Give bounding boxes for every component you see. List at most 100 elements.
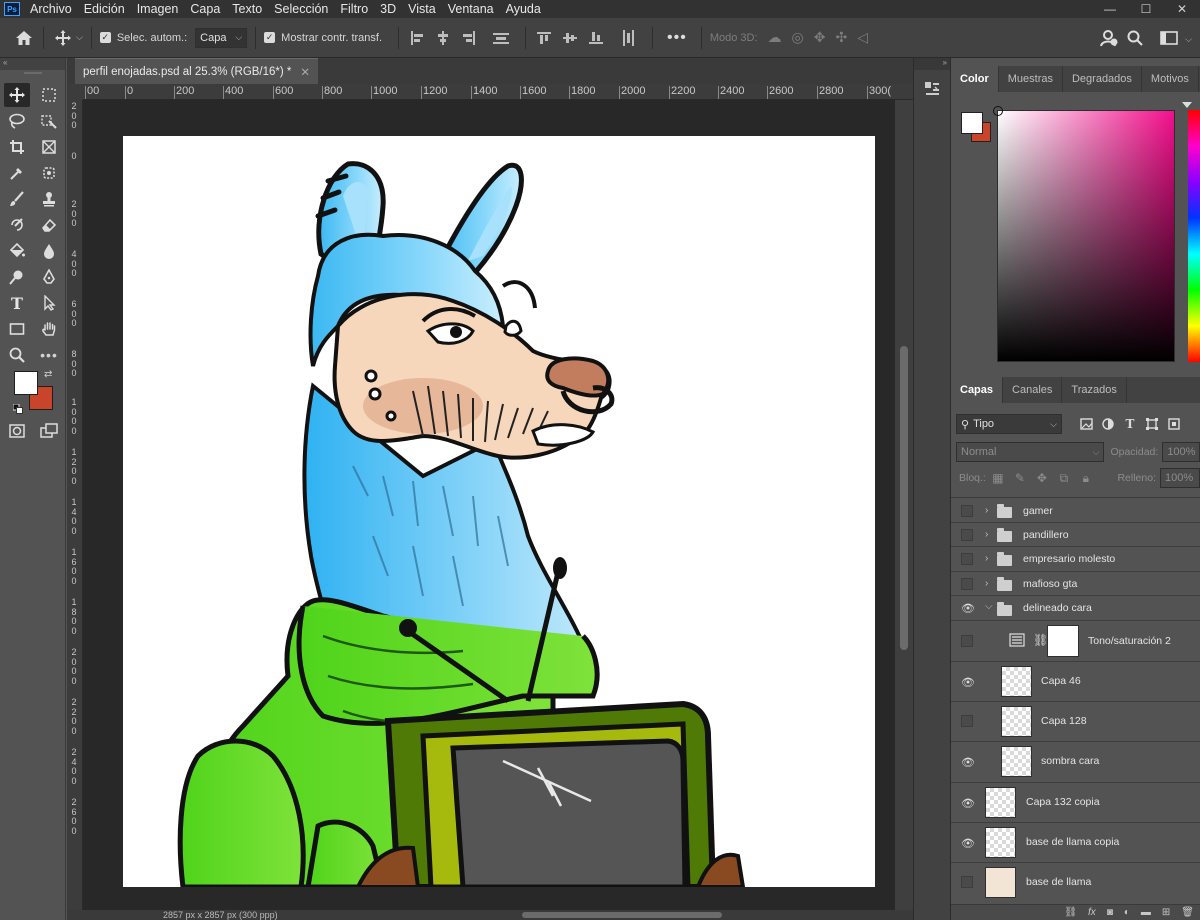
new-adjustment-icon[interactable]: ◐ bbox=[1124, 907, 1130, 918]
hue-slider[interactable] bbox=[1188, 110, 1200, 362]
align-left-icon[interactable] bbox=[407, 28, 427, 48]
filter-smart-object-icon[interactable] bbox=[1166, 416, 1182, 432]
filter-pixel-icon[interactable] bbox=[1078, 416, 1094, 432]
layer-row-pandillero[interactable]: › pandillero bbox=[951, 523, 1200, 547]
horizontal-scrollbar-thumb[interactable] bbox=[522, 912, 722, 918]
menu-edicion[interactable]: Edición bbox=[84, 2, 125, 16]
frame-tool-icon[interactable] bbox=[36, 135, 62, 159]
filter-shape-icon[interactable] bbox=[1144, 416, 1160, 432]
color-panel-foreground-swatch[interactable] bbox=[961, 112, 983, 134]
layer-row-sombra-cara[interactable]: 👁︎ sombra cara bbox=[951, 742, 1200, 783]
menu-ayuda[interactable]: Ayuda bbox=[506, 2, 541, 16]
path-selection-tool-icon[interactable] bbox=[36, 291, 62, 315]
zoom-tool-icon[interactable] bbox=[4, 343, 30, 367]
minimize-icon[interactable]: — bbox=[1092, 0, 1128, 18]
tab-capas[interactable]: Capas bbox=[951, 377, 1004, 403]
dock-collapse-icon[interactable]: » bbox=[914, 58, 950, 70]
delete-layer-icon[interactable]: 🗑︎ bbox=[1181, 907, 1194, 918]
lock-transparency-icon[interactable]: ▦ bbox=[990, 470, 1006, 486]
layer-visibility-toggle[interactable] bbox=[961, 553, 973, 565]
eraser-tool-icon[interactable] bbox=[36, 213, 62, 237]
fill-field[interactable]: 100% bbox=[1160, 468, 1200, 488]
layer-row-gamer[interactable]: › gamer bbox=[951, 499, 1200, 523]
canvas-workspace[interactable] bbox=[83, 100, 895, 910]
ruler-corner[interactable] bbox=[67, 84, 83, 100]
layer-style-icon[interactable]: fx bbox=[1088, 907, 1096, 918]
tab-motivos[interactable]: Motivos bbox=[1142, 66, 1199, 92]
distribute-v-icon[interactable] bbox=[618, 28, 638, 48]
menu-ventana[interactable]: Ventana bbox=[448, 2, 494, 16]
align-middle-v-icon[interactable] bbox=[560, 28, 580, 48]
scale-3d-icon[interactable]: ◁ bbox=[857, 29, 868, 46]
slide-3d-icon[interactable]: ✣ bbox=[836, 29, 848, 46]
filter-type-icon[interactable]: T bbox=[1122, 416, 1138, 432]
paint-bucket-tool-icon[interactable] bbox=[4, 239, 30, 263]
layer-row-mafioso-gta[interactable]: › mafioso gta bbox=[951, 572, 1200, 596]
menu-texto[interactable]: Texto bbox=[232, 2, 262, 16]
layer-visibility-toggle[interactable] bbox=[961, 529, 973, 541]
eye-icon[interactable]: 👁︎ bbox=[961, 836, 975, 850]
document-canvas[interactable] bbox=[123, 136, 875, 887]
menu-seleccion[interactable]: Selección bbox=[274, 2, 328, 16]
pen-tool-icon[interactable] bbox=[36, 265, 62, 289]
roll-3d-icon[interactable]: ◎ bbox=[792, 29, 804, 46]
eye-icon[interactable]: 👁︎ bbox=[961, 675, 975, 689]
brush-tool-icon[interactable] bbox=[4, 187, 30, 211]
layer-mask-thumbnail[interactable] bbox=[1047, 625, 1079, 657]
tab-canales[interactable]: Canales bbox=[1003, 377, 1063, 403]
color-picker-field[interactable] bbox=[993, 106, 1175, 362]
layer-row-base-de-llama-copia[interactable]: 👁︎ base de llama copia bbox=[951, 823, 1200, 863]
maximize-icon[interactable]: ☐ bbox=[1128, 0, 1164, 18]
layer-row-empresario-molesto[interactable]: › empresario molesto bbox=[951, 547, 1200, 572]
vertical-scrollbar[interactable] bbox=[895, 100, 913, 910]
mask-link-icon[interactable]: ⛓︎ bbox=[1033, 633, 1048, 647]
chevron-right-icon[interactable]: › bbox=[985, 553, 988, 564]
menu-filtro[interactable]: Filtro bbox=[340, 2, 368, 16]
workspace-icon[interactable] bbox=[1158, 27, 1180, 49]
share-user-icon[interactable] bbox=[1098, 27, 1120, 49]
type-tool-icon[interactable]: T bbox=[4, 291, 30, 315]
lock-pixels-icon[interactable]: ✎ bbox=[1012, 470, 1028, 486]
workspace-chevron-icon[interactable]: ⌵ bbox=[1185, 34, 1192, 45]
eye-icon[interactable]: 👁︎ bbox=[961, 755, 975, 769]
photoshop-logo-icon[interactable]: Ps bbox=[4, 2, 20, 16]
spot-healing-tool-icon[interactable] bbox=[36, 161, 62, 185]
eye-icon[interactable]: 👁︎ bbox=[961, 601, 975, 615]
auto-select-target-dropdown[interactable]: Capa ⌵ bbox=[195, 27, 248, 48]
edit-toolbar-icon[interactable]: ••• bbox=[36, 343, 62, 367]
layer-visibility-toggle[interactable] bbox=[961, 715, 973, 727]
layer-row-tono-saturacion-2[interactable]: ⛓︎ Tono/saturación 2 bbox=[951, 621, 1200, 662]
hand-tool-icon[interactable] bbox=[36, 317, 62, 341]
menu-imagen[interactable]: Imagen bbox=[137, 2, 179, 16]
crop-tool-icon[interactable] bbox=[4, 135, 30, 159]
dodge-tool-icon[interactable] bbox=[4, 265, 30, 289]
clone-stamp-tool-icon[interactable] bbox=[36, 187, 62, 211]
swap-colors-icon[interactable]: ⇄ bbox=[44, 369, 52, 380]
align-right-icon[interactable] bbox=[459, 28, 479, 48]
layer-row-delineado-cara[interactable]: 👁︎ ⌵ delineado cara bbox=[951, 596, 1200, 621]
tab-degradados[interactable]: Degradados bbox=[1063, 66, 1142, 92]
new-group-icon[interactable]: ▬ bbox=[1141, 907, 1151, 918]
move-tool-icon[interactable] bbox=[4, 83, 30, 107]
horizontal-ruler[interactable]: 00 0 200 400 600 800 1000 1200 1400 1600 1800 2000 2… bbox=[83, 84, 913, 100]
distribute-h-icon[interactable] bbox=[491, 28, 511, 48]
blur-tool-icon[interactable] bbox=[36, 239, 62, 263]
drag-3d-icon[interactable]: ✥ bbox=[814, 29, 826, 46]
move-tool-preset-icon[interactable] bbox=[52, 27, 74, 49]
preset-dropdown-chevron-icon[interactable]: ⌵ bbox=[76, 32, 83, 43]
tab-trazados[interactable]: Trazados bbox=[1062, 377, 1127, 403]
tab-color[interactable]: Color bbox=[951, 66, 999, 92]
auto-select-checkbox[interactable]: ✓ bbox=[99, 32, 111, 43]
layer-visibility-toggle[interactable] bbox=[961, 578, 973, 590]
blend-mode-dropdown[interactable]: Normal ⌵ bbox=[956, 442, 1105, 462]
foreground-color-swatch[interactable] bbox=[14, 371, 38, 395]
align-center-h-icon[interactable] bbox=[433, 28, 453, 48]
chevron-right-icon[interactable]: › bbox=[985, 505, 988, 516]
history-brush-tool-icon[interactable] bbox=[4, 213, 30, 237]
align-bottom-icon[interactable] bbox=[586, 28, 606, 48]
close-tab-icon[interactable]: ✕ bbox=[300, 65, 310, 79]
layer-visibility-toggle[interactable] bbox=[961, 635, 973, 647]
tools-panel-collapse-icon[interactable]: « bbox=[0, 58, 65, 70]
more-options-icon[interactable]: ••• bbox=[667, 29, 687, 47]
chevron-right-icon[interactable]: › bbox=[985, 529, 988, 540]
